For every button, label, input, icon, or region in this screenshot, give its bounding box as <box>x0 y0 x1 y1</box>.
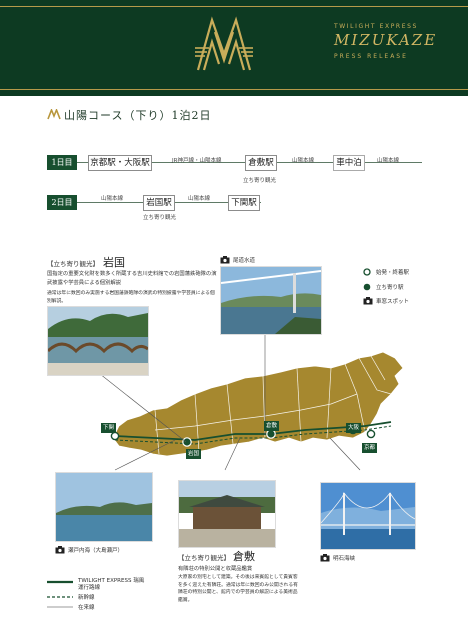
conventional-line-icon <box>47 606 73 608</box>
kurashiki-description: 有隣荘の特別公開と収蔵品鑑賞 <box>178 566 253 572</box>
akashi-caption: 明石海峡 <box>333 556 356 562</box>
boarding-station-icon <box>363 268 371 276</box>
map-label-kyoto: 京都 <box>362 443 378 453</box>
photo-kintai-bridge <box>47 306 149 376</box>
photo-setouchi <box>55 472 153 542</box>
stopover-station-icon <box>363 283 371 291</box>
map-label-iwakuni: 岩国 <box>186 449 202 459</box>
iwakuni-section-label: 【立ち寄り観光】 <box>47 260 99 268</box>
camera-icon <box>55 546 65 554</box>
iwakuni-note: 通常は年に数回のみ実施する岩国藩鉄砲隊の演武の特別披露や学芸員による個別解説。 <box>47 291 215 304</box>
route-line-icon <box>47 580 73 584</box>
iwakuni-description: 国指定の重要文化財を数多く所蔵する吉川史料館での岩国藩鉄砲隊の演武披露や学芸員に… <box>47 271 217 286</box>
kurashiki-section-label: 【立ち寄り観光】 <box>178 554 230 562</box>
setouchi-caption: 瀬戸内海（大島瀬戸） <box>68 548 124 554</box>
map-label-kurashiki: 倉敷 <box>264 421 280 431</box>
map-label-osaka: 大阪 <box>346 423 362 433</box>
scenic-spot-camera-icon <box>363 297 373 305</box>
kurashiki-city-name: 倉敷 <box>233 550 255 563</box>
camera-icon <box>320 554 330 562</box>
photo-akashi-strait <box>320 482 416 550</box>
kurashiki-note: 大原家の別宅として建築。その後は来賓館として貴賓客を多く迎えた有隣荘。通常は年に… <box>178 575 298 603</box>
map-label-shimonoseki: 下関 <box>101 423 117 433</box>
camera-icon <box>220 256 230 264</box>
photo-yurinso <box>178 480 276 548</box>
shinkansen-line-icon <box>47 596 73 598</box>
onomichi-caption: 尾道水道 <box>233 258 256 264</box>
photo-onomichi-channel <box>220 266 322 335</box>
iwakuni-city-name: 岩国 <box>103 256 125 269</box>
